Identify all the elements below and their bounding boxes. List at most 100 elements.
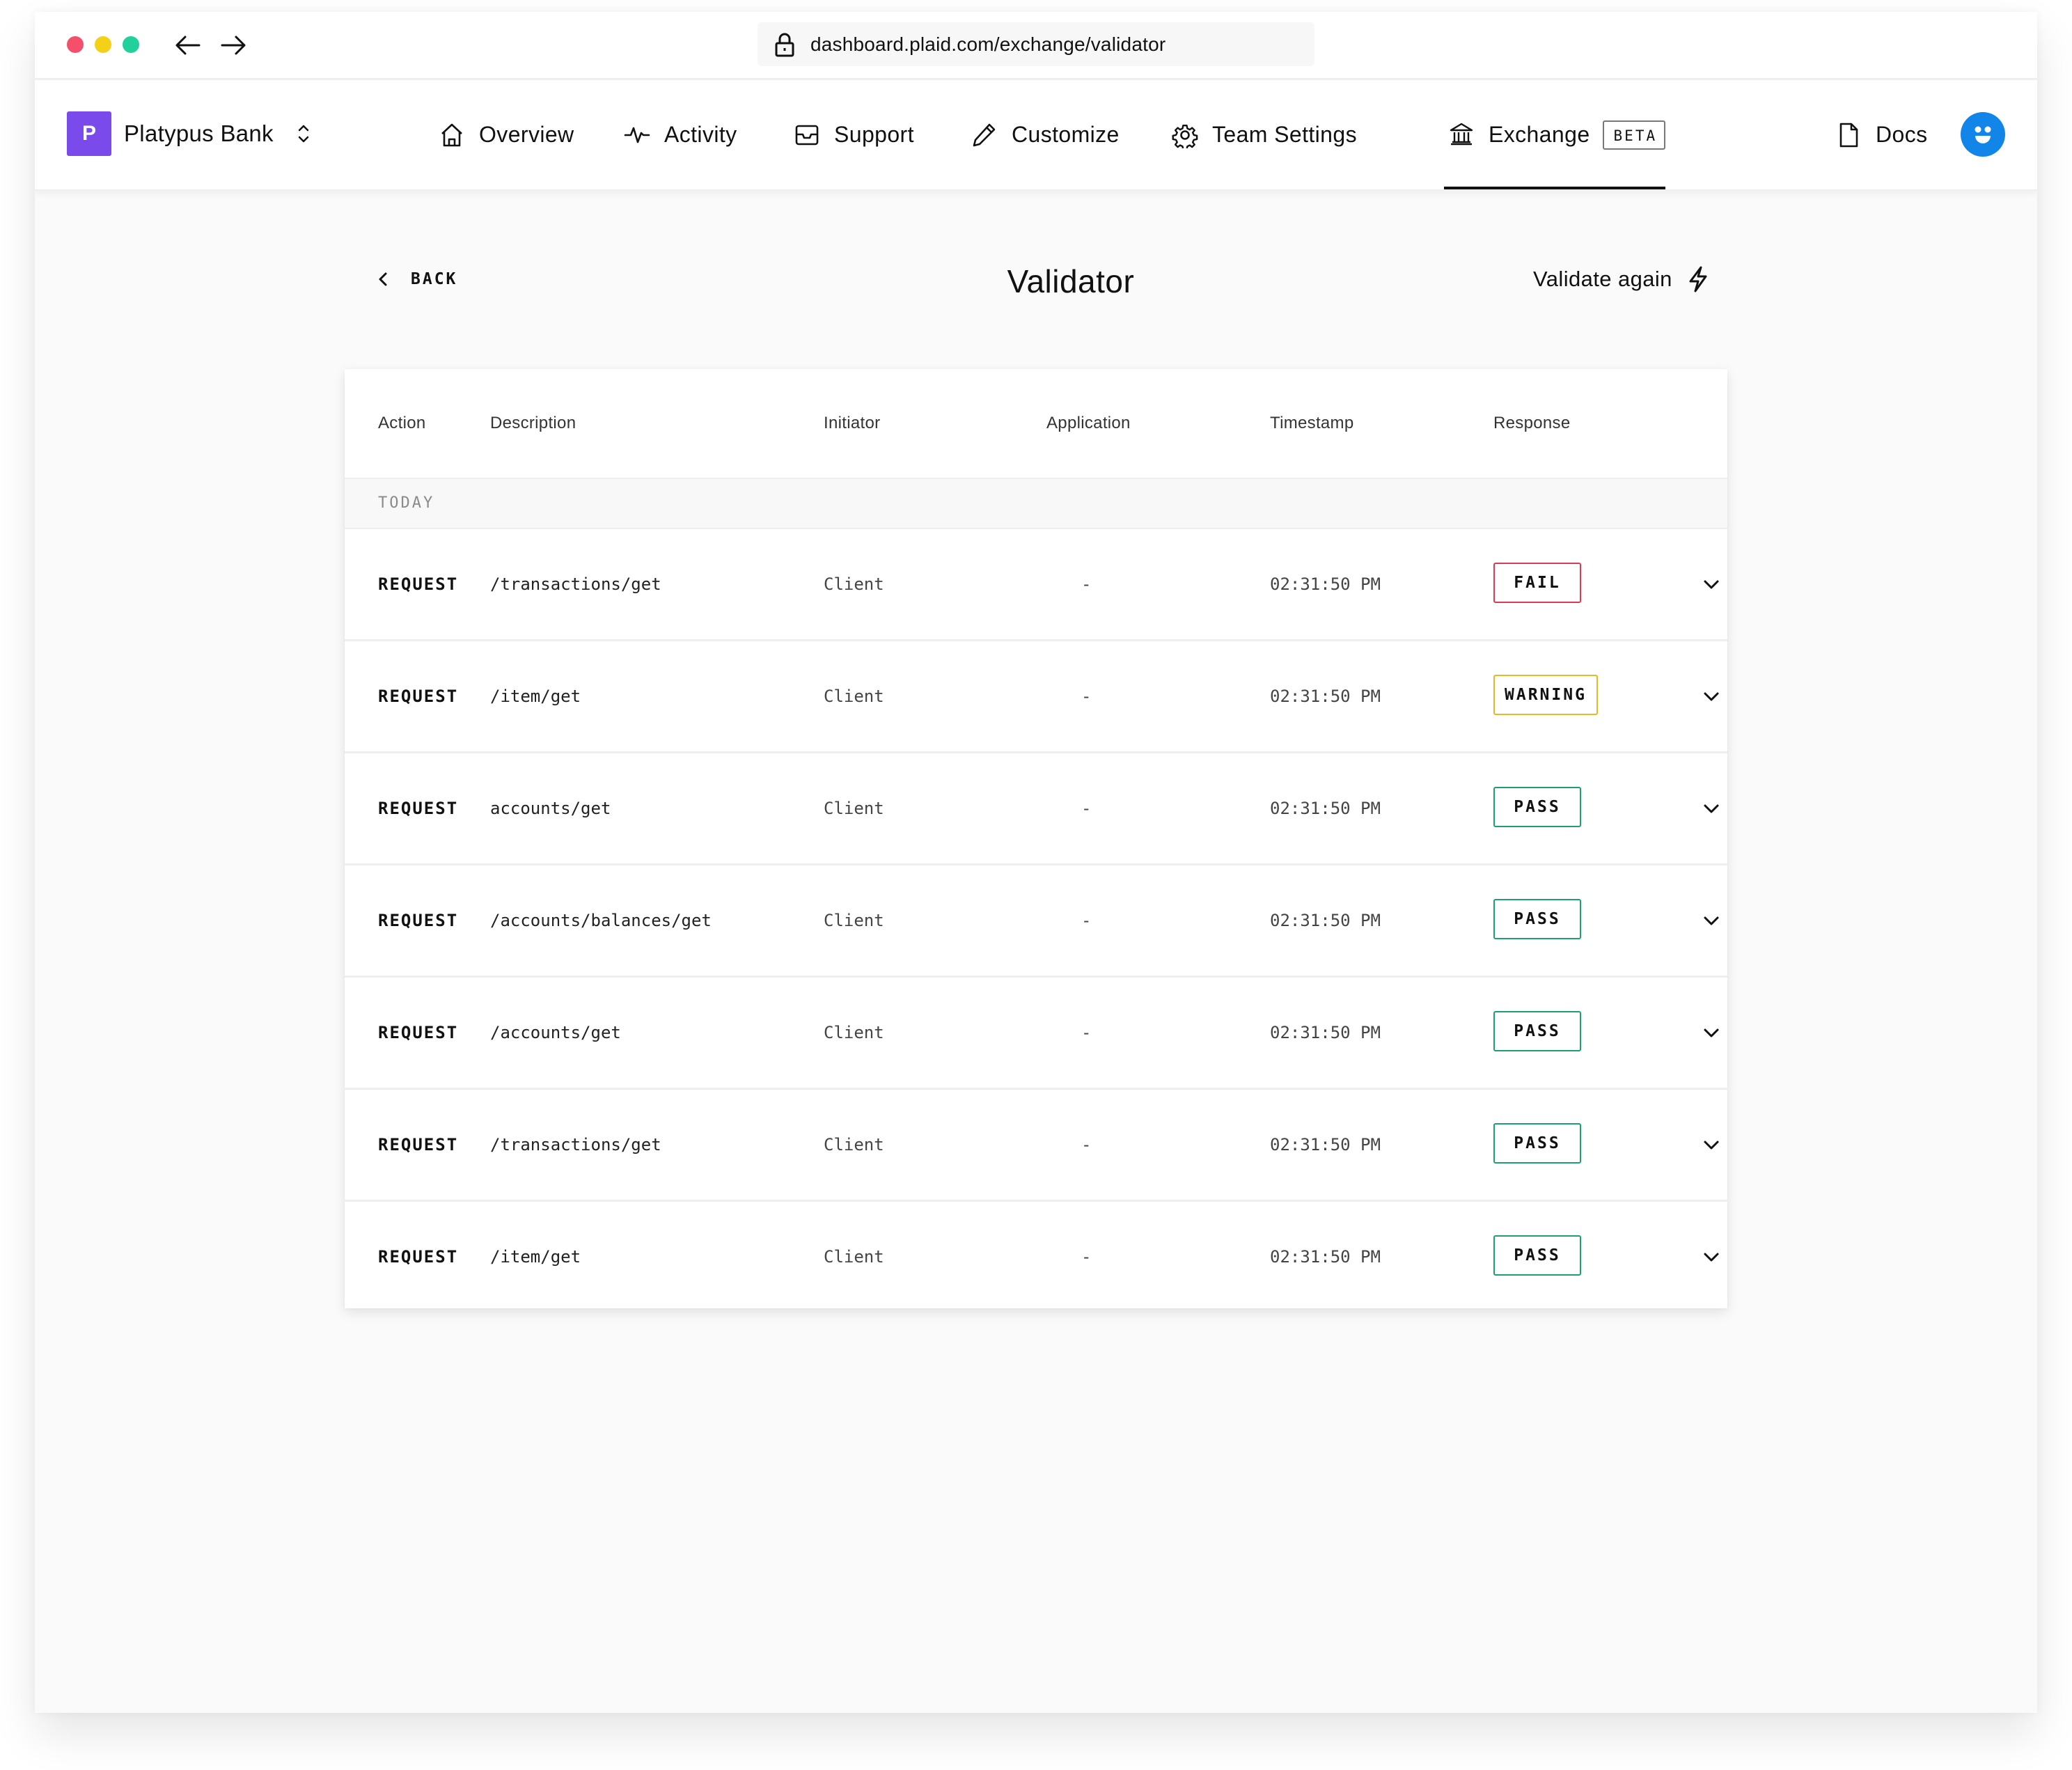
maximize-window-button[interactable] (123, 36, 139, 53)
row-initiator: Client (824, 1023, 884, 1042)
org-switcher[interactable]: P Platypus Bank (67, 111, 311, 156)
group-label: TODAY (378, 494, 435, 512)
row-initiator: Client (824, 1135, 884, 1154)
row-initiator: Client (824, 1247, 884, 1267)
validator-table: Action Description Initiator Application… (345, 369, 1727, 1308)
table-row[interactable]: REQUEST /transactions/get Client - 02:31… (345, 529, 1727, 641)
nav-exchange[interactable]: Exchange BETA (1443, 80, 1666, 189)
row-timestamp: 02:31:50 PM (1270, 574, 1381, 594)
row-application: - (1081, 1023, 1092, 1042)
response-status-badge: PASS (1493, 1235, 1581, 1276)
chevron-down-icon (1704, 1028, 1719, 1037)
row-application: - (1081, 1135, 1092, 1154)
validate-again-label: Validate again (1533, 267, 1672, 291)
address-bar[interactable]: dashboard.plaid.com/exchange/validator (758, 22, 1314, 66)
column-header-initiator: Initiator (824, 414, 881, 432)
response-status-badge: PASS (1493, 899, 1581, 939)
arrow-left-icon (175, 36, 201, 55)
row-timestamp: 02:31:50 PM (1270, 1023, 1381, 1042)
row-timestamp: 02:31:50 PM (1270, 799, 1381, 818)
org-name: Platypus Bank (124, 120, 274, 146)
row-action: REQUEST (378, 799, 459, 818)
url-text: dashboard.plaid.com/exchange/validator (810, 33, 1166, 55)
column-header-description: Description (490, 414, 576, 432)
nav-customize[interactable]: Customize (971, 80, 1120, 189)
chevron-down-icon (1704, 692, 1719, 701)
row-action: REQUEST (378, 1023, 459, 1042)
chevron-down-icon (1704, 580, 1719, 589)
nav-docs[interactable]: Docs (1835, 80, 1928, 189)
chevron-down-icon (1704, 1141, 1719, 1150)
bank-icon (1448, 122, 1475, 148)
row-initiator: Client (824, 799, 884, 818)
lightning-icon (1689, 266, 1707, 292)
row-action: REQUEST (378, 1135, 459, 1154)
chevron-down-icon (1704, 916, 1719, 925)
row-action: REQUEST (378, 687, 459, 706)
nav-team-settings-label: Team Settings (1212, 122, 1357, 147)
table-row[interactable]: REQUEST /item/get Client - 02:31:50 PM W… (345, 641, 1727, 753)
table-row[interactable]: REQUEST /item/get Client - 02:31:50 PM P… (345, 1202, 1727, 1312)
row-initiator: Client (824, 911, 884, 930)
expand-row-button[interactable] (1701, 1246, 1722, 1267)
nav-overview[interactable]: Overview (439, 80, 574, 189)
expand-row-button[interactable] (1701, 1134, 1722, 1155)
chevron-down-icon (1704, 1253, 1719, 1262)
nav-support[interactable]: Support (794, 80, 914, 189)
validate-again-button[interactable]: Validate again (1533, 264, 1709, 295)
table-row[interactable]: REQUEST /accounts/balances/get Client - … (345, 866, 1727, 978)
back-label: BACK (411, 270, 458, 288)
table-row[interactable]: REQUEST accounts/get Client - 02:31:50 P… (345, 753, 1727, 866)
row-description: /accounts/balances/get (490, 911, 712, 930)
page-title: Validator (1007, 263, 1135, 299)
expand-row-button[interactable] (1701, 910, 1722, 931)
browser-titlebar: dashboard.plaid.com/exchange/validator (35, 12, 2037, 80)
expand-row-button[interactable] (1701, 574, 1722, 595)
row-description: /item/get (490, 687, 581, 706)
inbox-icon (794, 122, 820, 148)
browser-back-button[interactable] (174, 31, 202, 59)
expand-row-button[interactable] (1701, 798, 1722, 819)
back-link[interactable]: BACK (376, 267, 457, 292)
pencil-icon (971, 122, 998, 148)
table-header: Action Description Initiator Application… (345, 369, 1727, 479)
table-row[interactable]: REQUEST /accounts/get Client - 02:31:50 … (345, 978, 1727, 1090)
row-description: /accounts/get (490, 1023, 621, 1042)
response-status-badge: WARNING (1493, 675, 1598, 715)
column-header-application: Application (1046, 414, 1131, 432)
org-logo: P (67, 111, 111, 156)
minimize-window-button[interactable] (95, 36, 111, 53)
row-initiator: Client (824, 574, 884, 594)
row-description: /transactions/get (490, 1135, 661, 1154)
arrow-right-icon (221, 36, 246, 55)
nav-activity[interactable]: Activity (624, 80, 737, 189)
browser-window: dashboard.plaid.com/exchange/validator P… (35, 12, 2037, 1713)
activity-icon (624, 122, 650, 148)
row-application: - (1081, 911, 1092, 930)
nav-team-settings[interactable]: Team Settings (1172, 80, 1357, 189)
table-row[interactable]: REQUEST /transactions/get Client - 02:31… (345, 1090, 1727, 1202)
browser-forward-button[interactable] (219, 31, 247, 59)
gear-icon (1172, 122, 1198, 150)
expand-row-button[interactable] (1701, 1022, 1722, 1043)
row-application: - (1081, 574, 1092, 594)
chevron-up-down-icon (298, 125, 309, 143)
chevron-down-icon (1704, 804, 1719, 813)
nav-support-label: Support (834, 122, 914, 147)
row-timestamp: 02:31:50 PM (1270, 1247, 1381, 1267)
app-header: P Platypus Bank Overview Activity Suppor… (35, 80, 2037, 191)
row-description: accounts/get (490, 799, 611, 818)
row-action: REQUEST (378, 911, 459, 930)
home-icon (439, 122, 465, 148)
row-timestamp: 02:31:50 PM (1270, 1135, 1381, 1154)
beta-badge: BETA (1602, 120, 1666, 150)
smiley-icon (1975, 126, 1991, 143)
user-avatar[interactable] (1961, 112, 2005, 157)
close-window-button[interactable] (67, 36, 84, 53)
response-status-badge: PASS (1493, 1011, 1581, 1051)
expand-row-button[interactable] (1701, 686, 1722, 707)
group-header-today: TODAY (345, 479, 1727, 529)
row-timestamp: 02:31:50 PM (1270, 911, 1381, 930)
row-initiator: Client (824, 687, 884, 706)
chevron-left-icon (379, 272, 387, 286)
